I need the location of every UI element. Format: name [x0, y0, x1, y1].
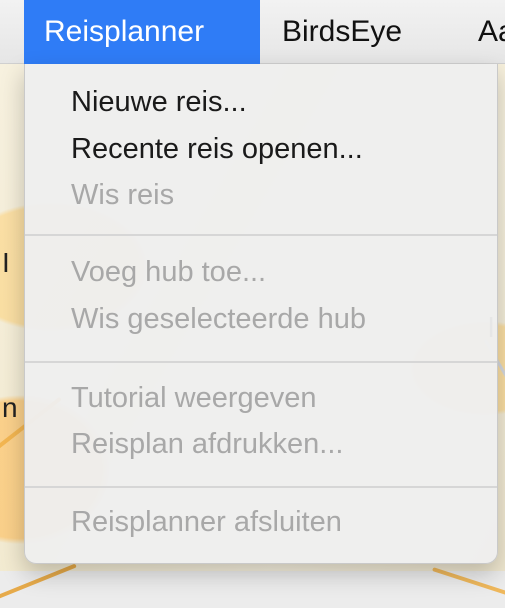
menu-item-open-recent-trip[interactable]: Recente reis openen...: [71, 125, 363, 173]
menu-item-print-trip-plan[interactable]: Reisplan afdrukken...: [71, 420, 343, 468]
map-road: [0, 563, 77, 608]
menu-item-clear-selected-hub[interactable]: Wis geselecteerde hub: [71, 295, 366, 343]
menubar-item-birdseye[interactable]: BirdsEye: [262, 0, 422, 64]
map-road: [432, 567, 505, 605]
menu-item-add-hub[interactable]: Voeg hub toe...: [71, 248, 266, 296]
menu-item-show-tutorial[interactable]: Tutorial weergeven: [71, 374, 317, 422]
menu-separator: [25, 486, 497, 488]
menu-item-clear-trip[interactable]: Wis reis: [71, 171, 174, 219]
menu-separator: [25, 361, 497, 363]
menubar-item-aa[interactable]: Aa: [458, 0, 505, 64]
menubar-item-reisplanner[interactable]: Reisplanner: [24, 0, 260, 64]
map-label-fragment: n: [2, 392, 18, 423]
menu-item-new-trip[interactable]: Nieuwe reis...: [71, 78, 247, 126]
app-menubar: Reisplanner BirdsEye Aa: [0, 0, 505, 64]
map-label-fragment: I: [2, 247, 10, 278]
menu-separator: [25, 234, 497, 236]
reisplanner-dropdown-menu: Nieuwe reis... Recente reis openen... Wi…: [24, 64, 498, 564]
menu-item-quit-reisplanner[interactable]: Reisplanner afsluiten: [71, 498, 342, 546]
